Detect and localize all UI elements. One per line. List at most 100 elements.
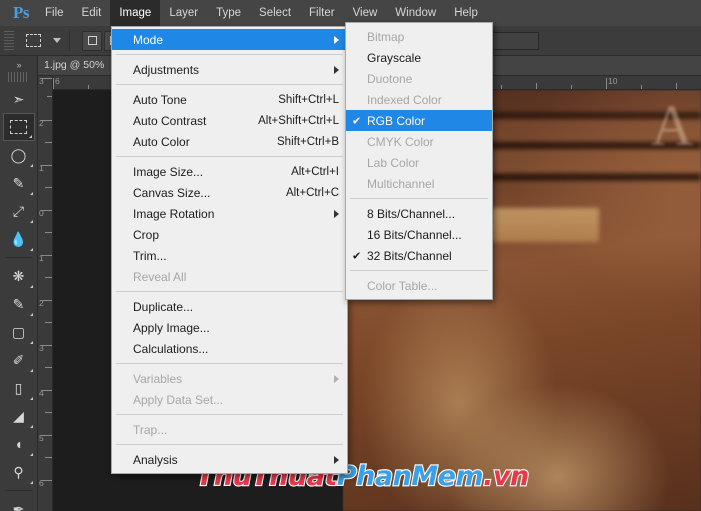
eyedropper-tool[interactable]: 💧 — [3, 225, 35, 253]
image-detail: A — [651, 93, 693, 158]
menu-item-label: Trap... — [133, 422, 168, 437]
submenu-item-rgb-color[interactable]: ✔ RGB Color — [346, 110, 492, 131]
tools-panel-grip[interactable] — [8, 72, 29, 82]
submenu-item-32-bits-channel[interactable]: ✔ 32 Bits/Channel — [346, 245, 492, 266]
menu-item-label: Apply Image... — [133, 320, 210, 335]
menu-item-label: 32 Bits/Channel — [367, 248, 452, 263]
check-icon: ✔ — [352, 250, 362, 262]
new-selection-button[interactable] — [82, 30, 102, 51]
divider — [116, 156, 343, 157]
menu-edit[interactable]: Edit — [73, 0, 111, 26]
menu-item-label: Duotone — [367, 71, 413, 86]
divider — [69, 30, 70, 51]
menu-type[interactable]: Type — [207, 0, 250, 26]
divider — [116, 444, 343, 445]
menu-item-analysis[interactable]: Analysis — [112, 449, 347, 470]
menu-item-apply-image[interactable]: Apply Image... — [112, 317, 347, 338]
document-tab[interactable]: 1.jpg @ 50% — [44, 59, 104, 71]
submenu-arrow-icon — [334, 209, 339, 218]
tools-panel-collapse-button[interactable]: » — [0, 58, 37, 72]
menu-item-label: Auto Contrast — [133, 113, 207, 128]
menu-item-trim[interactable]: Trim... — [112, 245, 347, 266]
options-bar-grip[interactable] — [4, 30, 14, 51]
menu-item-label: Bitmap — [367, 29, 405, 44]
menu-item-label: 8 Bits/Channel... — [367, 206, 456, 221]
submenu-item-8-bits-channel[interactable]: 8 Bits/Channel... — [346, 203, 492, 224]
menu-item-label: Image Size... — [133, 164, 204, 179]
menu-item-label: Canvas Size... — [133, 185, 211, 200]
menu-item-apply-data-set: Apply Data Set... — [112, 389, 347, 410]
menu-item-shortcut: Shift+Ctrl+L — [278, 93, 339, 106]
move-tool[interactable]: ➣ — [3, 85, 35, 113]
menu-item-shortcut: Alt+Ctrl+I — [291, 165, 339, 178]
history-brush-tool[interactable]: ✐ — [3, 346, 35, 374]
menu-item-image-size[interactable]: Image Size... Alt+Ctrl+I — [112, 161, 347, 182]
dodge-tool[interactable]: ⚲ — [3, 458, 35, 486]
menu-item-auto-contrast[interactable]: Auto Contrast Alt+Shift+Ctrl+L — [112, 110, 347, 131]
menu-item-duplicate[interactable]: Duplicate... — [112, 296, 347, 317]
menu-item-label: Indexed Color — [367, 92, 442, 107]
menu-item-auto-tone[interactable]: Auto Tone Shift+Ctrl+L — [112, 89, 347, 110]
spot-healing-brush-tool[interactable]: ❋ — [3, 262, 35, 290]
menu-item-trap: Trap... — [112, 419, 347, 440]
menu-item-shortcut: Alt+Shift+Ctrl+L — [258, 114, 339, 127]
gradient-tool[interactable]: ◢ — [3, 402, 35, 430]
menu-layer[interactable]: Layer — [160, 0, 207, 26]
menu-item-reveal-all: Reveal All — [112, 266, 347, 287]
menu-file[interactable]: File — [36, 0, 73, 26]
submenu-item-16-bits-channel[interactable]: 16 Bits/Channel... — [346, 224, 492, 245]
chevron-down-icon[interactable] — [53, 38, 61, 43]
submenu-item-duotone: Duotone — [346, 68, 492, 89]
photoshop-logo-icon: Ps — [13, 3, 30, 22]
submenu-arrow-icon — [334, 65, 339, 74]
menu-select[interactable]: Select — [250, 0, 300, 26]
menu-item-label: Lab Color — [367, 155, 420, 170]
divider — [350, 270, 488, 271]
submenu-item-indexed-color: Indexed Color — [346, 89, 492, 110]
divider — [116, 291, 343, 292]
menu-item-label: CMYK Color — [367, 134, 434, 149]
menu-item-adjustments[interactable]: Adjustments — [112, 59, 347, 80]
menu-item-label: Auto Tone — [133, 92, 187, 107]
menu-item-crop[interactable]: Crop — [112, 224, 347, 245]
menu-filter[interactable]: Filter — [300, 0, 344, 26]
menu-item-auto-color[interactable]: Auto Color Shift+Ctrl+B — [112, 131, 347, 152]
menu-item-label: Trim... — [133, 248, 167, 263]
crop-tool[interactable]: ⤢ — [3, 197, 35, 225]
menu-item-label: Analysis — [133, 452, 178, 467]
menu-item-label: Grayscale — [367, 50, 422, 65]
submenu-item-grayscale[interactable]: Grayscale — [346, 47, 492, 68]
check-icon: ✔ — [352, 115, 362, 127]
divider — [116, 363, 343, 364]
submenu-item-multichannel: Multichannel — [346, 173, 492, 194]
menu-item-calculations[interactable]: Calculations... — [112, 338, 347, 359]
menu-item-canvas-size[interactable]: Canvas Size... Alt+Ctrl+C — [112, 182, 347, 203]
menu-item-label: Duplicate... — [133, 299, 194, 314]
image-menu-dropdown: Mode Adjustments Auto Tone Shift+Ctrl+L … — [111, 26, 348, 474]
menu-item-mode[interactable]: Mode — [112, 29, 347, 50]
photoshop-window: Ps File Edit Image Layer Type Select Fil… — [0, 0, 701, 511]
rectangular-marquee-icon[interactable] — [20, 30, 46, 52]
menu-item-label: 16 Bits/Channel... — [367, 227, 462, 242]
brush-tool[interactable]: ✎ — [3, 290, 35, 318]
menu-item-shortcut: Shift+Ctrl+B — [277, 135, 339, 148]
eraser-tool[interactable]: ▯ — [3, 374, 35, 402]
lasso-tool[interactable]: ◯ — [3, 141, 35, 169]
watermark-part-2: PhanMem — [336, 460, 485, 493]
menu-image[interactable]: Image — [110, 0, 161, 26]
height-input[interactable] — [487, 31, 540, 50]
pen-tool[interactable]: ✒ — [3, 495, 35, 511]
vertical-ruler: 3 2 1 0 1 2 3 4 5 6 — [38, 76, 53, 511]
menu-item-label: Multichannel — [367, 176, 435, 191]
menu-item-label: Image Rotation — [133, 206, 215, 221]
menu-item-label: Variables — [133, 371, 183, 386]
quick-selection-tool[interactable]: ✎ — [3, 169, 35, 197]
divider — [350, 198, 488, 199]
clone-stamp-tool[interactable]: ▢ — [3, 318, 35, 346]
submenu-item-lab-color: Lab Color — [346, 152, 492, 173]
menu-item-label: RGB Color — [367, 113, 426, 128]
rectangular-marquee-tool[interactable] — [2, 113, 35, 141]
menu-item-image-rotation[interactable]: Image Rotation — [112, 203, 347, 224]
submenu-item-cmyk-color: CMYK Color — [346, 131, 492, 152]
blur-tool[interactable]: ◖ — [3, 430, 35, 458]
